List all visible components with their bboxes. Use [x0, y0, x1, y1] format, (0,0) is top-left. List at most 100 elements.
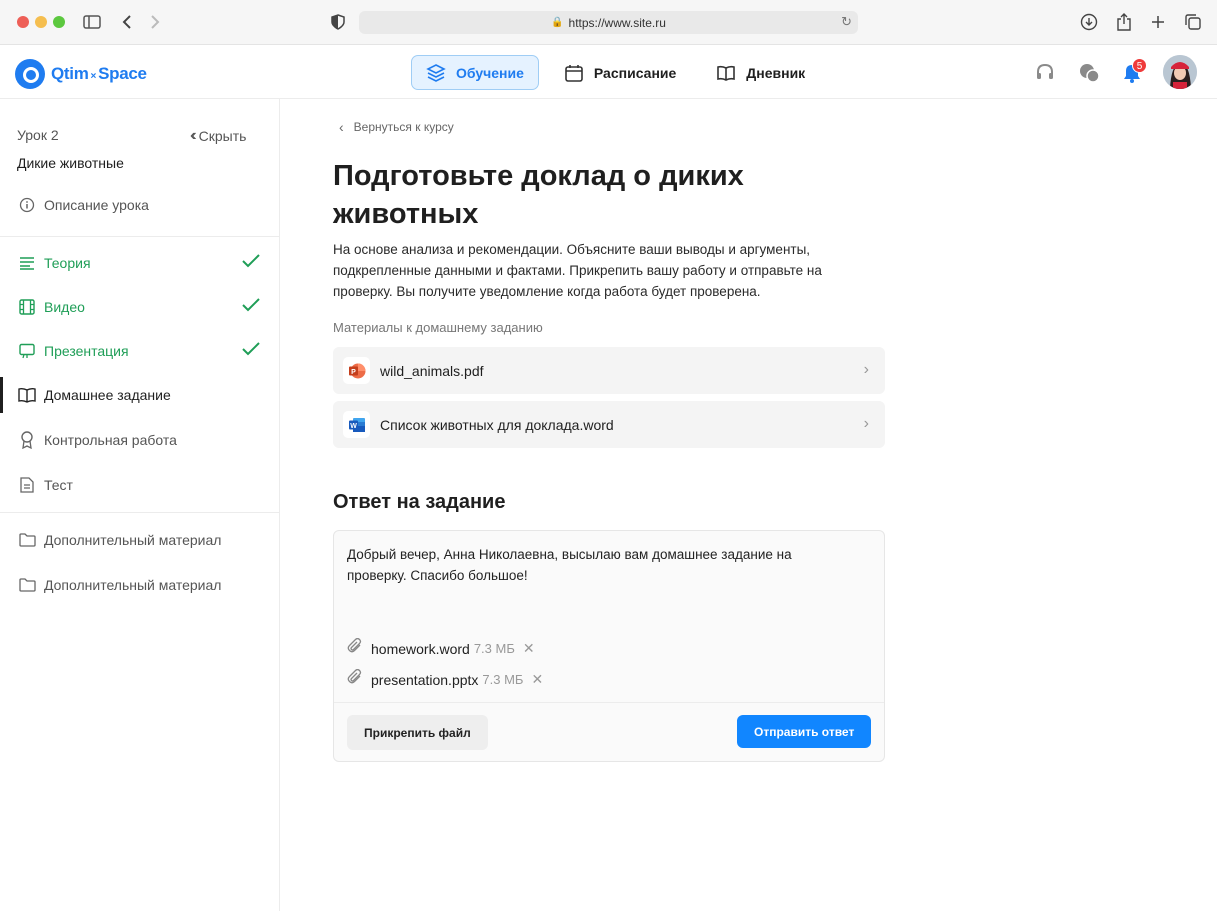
- lines-icon: [18, 254, 36, 272]
- nav-schedule-label: Расписание: [593, 64, 677, 81]
- address-bar[interactable]: 🔒 https://www.site.ru ↻: [359, 11, 858, 34]
- chat-icon[interactable]: [1078, 62, 1100, 84]
- paperclip-icon: [347, 668, 363, 690]
- sidebar-item-label: Дополнительный материал: [44, 577, 222, 593]
- double-chevron-left-icon: ‹‹: [190, 127, 196, 144]
- logo[interactable]: Qtim × Space: [15, 59, 147, 89]
- presentation-icon: [18, 342, 36, 360]
- nav-diary[interactable]: Дневник: [701, 55, 820, 90]
- headset-icon[interactable]: [1034, 62, 1056, 84]
- sidebar-item-description[interactable]: Описание урока: [0, 190, 280, 220]
- chevron-right-icon: ›: [863, 415, 869, 432]
- word-icon: W: [343, 411, 370, 438]
- new-tab-icon[interactable]: [1148, 12, 1168, 32]
- maximize-window-button[interactable]: [53, 16, 65, 28]
- sidebar-item-extra-2[interactable]: Дополнительный материал: [0, 570, 280, 600]
- app-header: Qtim × Space Обучение Расписание Дневник: [0, 45, 1217, 99]
- check-icon: [242, 254, 260, 271]
- material-file-name: wild_animals.pdf: [380, 362, 484, 379]
- shield-icon[interactable]: [328, 12, 348, 32]
- sidebar-item-label: Тест: [44, 477, 73, 493]
- answer-form: Добрый вечер, Анна Николаевна, высылаю в…: [333, 530, 885, 762]
- nav-schedule[interactable]: Расписание: [549, 55, 691, 90]
- notification-badge: 5: [1132, 58, 1147, 73]
- material-file-word[interactable]: W Список животных для доклада.word ›: [333, 401, 885, 448]
- attachment-name: homework.word: [371, 640, 470, 657]
- book-icon: [18, 386, 36, 404]
- calendar-icon: [565, 64, 583, 82]
- logo-text: Qtim × Space: [51, 64, 147, 83]
- svg-text:P: P: [351, 369, 356, 376]
- award-icon: [18, 431, 36, 449]
- lesson-number: Урок 2: [17, 127, 59, 143]
- back-nav-icon[interactable]: [117, 12, 137, 32]
- sidebar-divider: [0, 236, 280, 237]
- close-window-button[interactable]: [17, 16, 29, 28]
- book-icon: [717, 65, 736, 81]
- attachment-name: presentation.pptx: [371, 671, 479, 688]
- powerpoint-icon: P: [343, 357, 370, 384]
- attachment-item[interactable]: presentation.pptx 7.3 МБ ✕: [347, 668, 543, 690]
- avatar[interactable]: [1163, 55, 1197, 89]
- remove-attachment-icon[interactable]: ✕: [523, 640, 535, 657]
- sidebar-item-label: Контрольная работа: [44, 432, 177, 448]
- attachment-item[interactable]: homework.word 7.3 МБ ✕: [347, 637, 535, 659]
- check-icon: [242, 342, 260, 359]
- forward-nav-icon[interactable]: [145, 12, 165, 32]
- nav-diary-label: Дневник: [746, 64, 806, 81]
- paperclip-icon: [347, 637, 363, 659]
- info-icon: [18, 196, 36, 214]
- lock-icon: 🔒: [551, 17, 564, 28]
- sidebar-item-label: Дополнительный материал: [44, 532, 222, 548]
- attachment-size: 7.3 МБ: [482, 672, 524, 687]
- nav-learning-label: Обучение: [456, 64, 524, 81]
- url-text: https://www.site.ru: [568, 15, 666, 30]
- send-answer-button[interactable]: Отправить ответ: [737, 715, 872, 748]
- chevron-left-icon: ‹: [339, 119, 344, 135]
- sidebar-item-presentation[interactable]: Презентация: [0, 336, 280, 366]
- document-icon: [18, 476, 36, 494]
- back-to-course-link[interactable]: ‹ Вернуться к курсу: [333, 119, 454, 135]
- sidebar-item-control-work[interactable]: Контрольная работа: [0, 425, 280, 455]
- nav-learning[interactable]: Обучение: [411, 55, 539, 90]
- minimize-window-button[interactable]: [35, 16, 47, 28]
- svg-text:W: W: [350, 423, 357, 430]
- main-nav: Обучение Расписание Дневник: [411, 55, 820, 90]
- hide-sidebar-button[interactable]: ‹‹ Скрыть: [190, 127, 246, 145]
- sidebar-item-theory[interactable]: Теория: [0, 248, 280, 278]
- reload-icon[interactable]: ↻: [841, 14, 852, 30]
- sidebar-item-homework[interactable]: Домашнее задание: [0, 377, 280, 413]
- back-to-course-label: Вернуться к курсу: [353, 120, 454, 134]
- lesson-title: Дикие животные: [17, 155, 124, 171]
- sidebar-item-label: Презентация: [44, 343, 129, 359]
- folder-icon: [18, 531, 36, 549]
- materials-label: Материалы к домашнему заданию: [333, 320, 543, 335]
- download-icon[interactable]: [1079, 12, 1099, 32]
- sidebar-item-label: Описание урока: [44, 197, 149, 213]
- answer-footer-divider: [334, 702, 884, 703]
- answer-section-title: Ответ на задание: [333, 491, 506, 513]
- sidebar-item-test[interactable]: Тест: [0, 470, 280, 500]
- share-icon[interactable]: [1114, 12, 1134, 32]
- sidebar-item-label: Теория: [44, 255, 91, 271]
- check-icon: [242, 298, 260, 315]
- chevron-right-icon: ›: [863, 361, 869, 378]
- remove-attachment-icon[interactable]: ✕: [531, 671, 543, 688]
- browser-toolbar: 🔒 https://www.site.ru ↻: [0, 0, 1217, 45]
- tabs-overview-icon[interactable]: [1183, 12, 1203, 32]
- material-file-pdf[interactable]: P wild_animals.pdf ›: [333, 347, 885, 394]
- layers-icon: [426, 63, 446, 82]
- sidebar-toggle-icon[interactable]: [82, 12, 102, 32]
- hide-sidebar-label: Скрыть: [198, 128, 247, 144]
- page-title: Подготовьте доклад о диких животных: [333, 160, 744, 230]
- lesson-sidebar: Урок 2 ‹‹ Скрыть Дикие животные Описание…: [0, 99, 280, 911]
- sidebar-item-video[interactable]: Видео: [0, 292, 280, 322]
- folder-icon: [18, 576, 36, 594]
- material-file-name: Список животных для доклада.word: [380, 416, 614, 433]
- sidebar-item-extra-1[interactable]: Дополнительный материал: [0, 525, 280, 555]
- sidebar-item-label: Домашнее задание: [44, 387, 171, 403]
- logo-mark-icon: [15, 59, 45, 89]
- sidebar-divider: [0, 512, 280, 513]
- attach-file-button[interactable]: Прикрепить файл: [347, 715, 488, 750]
- answer-textarea[interactable]: Добрый вечер, Анна Николаевна, высылаю в…: [347, 544, 847, 586]
